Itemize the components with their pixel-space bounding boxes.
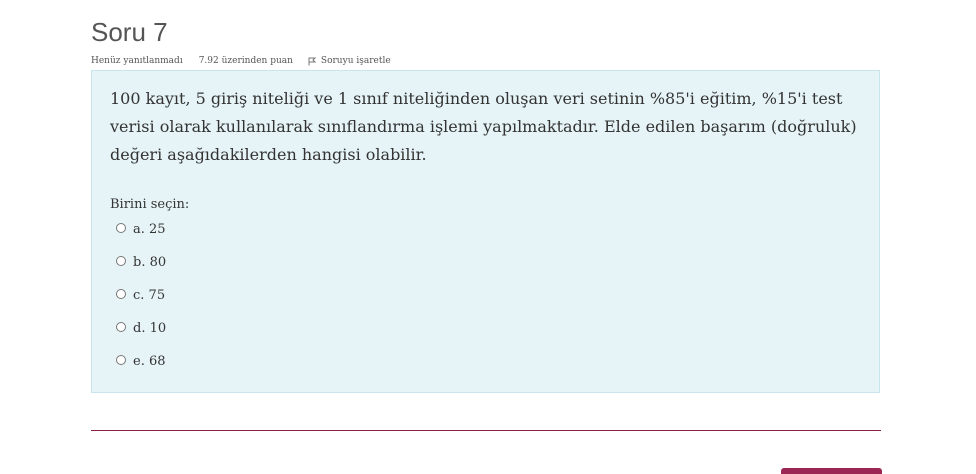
answer-option-label[interactable]: d. 10 [133, 320, 166, 338]
radio-unchecked-icon[interactable] [116, 289, 126, 299]
flag-question-link[interactable]: Soruyu işaretle [308, 56, 391, 66]
radio-unchecked-icon[interactable] [116, 223, 126, 233]
flag-icon [308, 57, 316, 65]
radio-unchecked-icon[interactable] [116, 355, 126, 365]
radio-unchecked-icon[interactable] [116, 256, 126, 266]
answer-option-label[interactable]: b. 80 [133, 254, 166, 272]
answer-option-label[interactable]: c. 75 [133, 287, 165, 305]
radio-unchecked-icon[interactable] [116, 322, 126, 332]
section-divider [91, 430, 881, 431]
answer-option-a[interactable]: a. 25 [116, 221, 166, 254]
answer-option-e[interactable]: e. 68 [116, 353, 166, 386]
question-info: Henüz yanıtlanmadı 7.92 üzerinden puan S… [91, 55, 391, 67]
answer-option-label[interactable]: e. 68 [133, 353, 166, 371]
flag-question-label: Soruyu işaretle [320, 56, 391, 66]
answer-option-label[interactable]: a. 25 [133, 221, 166, 239]
question-grade: 7.92 üzerinden puan [198, 56, 293, 66]
next-page-button[interactable] [781, 468, 882, 474]
answer-option-c[interactable]: c. 75 [116, 287, 166, 320]
answer-option-b[interactable]: b. 80 [116, 254, 166, 287]
question-title: Soru 7 [91, 17, 168, 47]
answer-option-d[interactable]: d. 10 [116, 320, 166, 353]
question-content-box: 100 kayıt, 5 giriş niteliği ve 1 sınıf n… [91, 70, 880, 393]
answer-options: a. 25 b. 80 c. 75 d. 10 e. 68 [116, 221, 166, 386]
question-text: 100 kayıt, 5 giriş niteliği ve 1 sınıf n… [110, 89, 857, 164]
answer-prompt: Birini seçin: [110, 197, 190, 212]
question-status: Henüz yanıtlanmadı [91, 56, 183, 66]
